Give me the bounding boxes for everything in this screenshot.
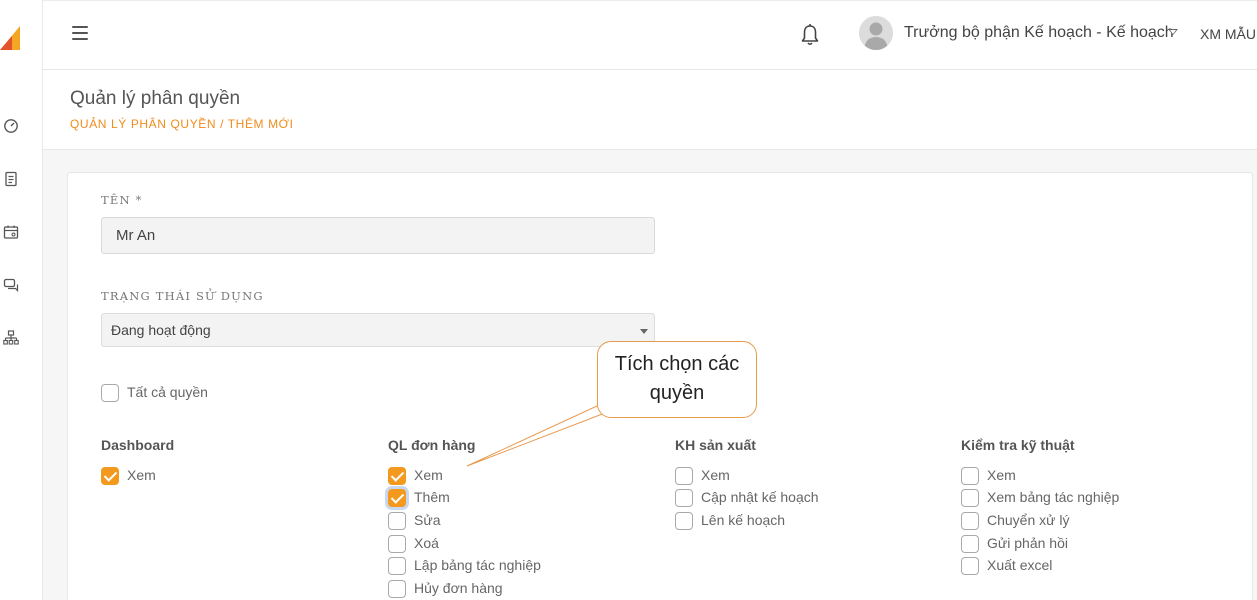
- perm-checkbox[interactable]: [101, 467, 119, 485]
- perm-checkbox[interactable]: [675, 512, 693, 530]
- perm-label[interactable]: Xem: [701, 467, 730, 483]
- hierarchy-icon[interactable]: [3, 330, 19, 346]
- perm-label[interactable]: Xuất excel: [987, 557, 1052, 573]
- status-select-value: Đang hoạt động: [111, 322, 211, 338]
- name-label: TÊN *: [101, 193, 143, 207]
- company-name[interactable]: XM MẪU: [1200, 26, 1256, 42]
- group-title-tech-check: Kiểm tra kỹ thuật: [961, 437, 1075, 453]
- group-title-orders: QL đơn hàng: [388, 437, 476, 453]
- perm-checkbox[interactable]: [675, 489, 693, 507]
- group-title-dashboard: Dashboard: [101, 437, 175, 453]
- perm-label[interactable]: Xem: [987, 467, 1016, 483]
- user-name[interactable]: Trưởng bộ phận Kế hoạch - Kế hoạch: [904, 24, 1174, 42]
- group-title-production-plan: KH sản xuất: [675, 437, 756, 453]
- callout-bubble: Tích chọn các quyền: [597, 341, 757, 418]
- dashboard-icon[interactable]: [3, 118, 19, 134]
- bell-icon[interactable]: [800, 23, 820, 47]
- status-select[interactable]: Đang hoạt động: [101, 313, 655, 347]
- perm-checkbox[interactable]: [388, 580, 406, 598]
- sidebar: [0, 0, 43, 600]
- callout-line-1: Tích chọn các: [614, 353, 740, 375]
- chevron-down-icon[interactable]: [1168, 29, 1178, 35]
- perm-checkbox[interactable]: [961, 467, 979, 485]
- all-permissions-label[interactable]: Tất cả quyền: [127, 384, 208, 400]
- logo: [0, 26, 20, 50]
- menu-icon[interactable]: [72, 26, 88, 40]
- avatar[interactable]: [859, 16, 893, 50]
- top-header: Trưởng bộ phận Kế hoạch - Kế hoạch XM MẪ…: [43, 0, 1257, 70]
- perm-label[interactable]: Xem bảng tác nghiệp: [987, 489, 1119, 505]
- chat-icon[interactable]: [3, 277, 19, 293]
- perm-label[interactable]: Hủy đơn hàng: [414, 580, 503, 596]
- perm-checkbox[interactable]: [388, 512, 406, 530]
- calendar-icon[interactable]: [3, 224, 19, 240]
- perm-label[interactable]: Xem: [414, 467, 443, 483]
- perm-checkbox[interactable]: [961, 512, 979, 530]
- perm-checkbox[interactable]: [961, 557, 979, 575]
- callout-line-2: quyền: [649, 382, 705, 404]
- all-permissions-checkbox[interactable]: [101, 384, 119, 402]
- perm-label[interactable]: Thêm: [414, 489, 450, 505]
- perm-label[interactable]: Lập bảng tác nghiệp: [414, 557, 541, 573]
- perm-label[interactable]: Sửa: [414, 512, 441, 528]
- perm-checkbox[interactable]: [961, 535, 979, 553]
- caret-down-icon: [640, 329, 648, 334]
- document-icon[interactable]: [3, 171, 19, 187]
- perm-checkbox[interactable]: [388, 535, 406, 553]
- page-title: Quản lý phân quyền: [70, 88, 241, 109]
- perm-label[interactable]: Cập nhật kế hoạch: [701, 489, 819, 505]
- perm-checkbox[interactable]: [961, 489, 979, 507]
- breadcrumb[interactable]: QUẢN LÝ PHÂN QUYỀN / THÊM MỚI: [70, 117, 294, 131]
- perm-checkbox[interactable]: [675, 467, 693, 485]
- perm-checkbox[interactable]: [388, 467, 406, 485]
- perm-checkbox[interactable]: [388, 489, 406, 507]
- perm-checkbox[interactable]: [388, 557, 406, 575]
- name-input[interactable]: Mr An: [101, 217, 655, 254]
- perm-label[interactable]: Lên kế hoạch: [701, 512, 785, 528]
- page-header: Quản lý phân quyền QUẢN LÝ PHÂN QUYỀN / …: [43, 71, 1257, 150]
- perm-label[interactable]: Chuyển xử lý: [987, 512, 1070, 528]
- perm-label[interactable]: Xem: [127, 467, 156, 483]
- status-label: TRẠNG THÁI SỬ DỤNG: [101, 289, 264, 303]
- perm-label[interactable]: Gửi phản hồi: [987, 535, 1068, 551]
- perm-label[interactable]: Xoá: [414, 535, 439, 551]
